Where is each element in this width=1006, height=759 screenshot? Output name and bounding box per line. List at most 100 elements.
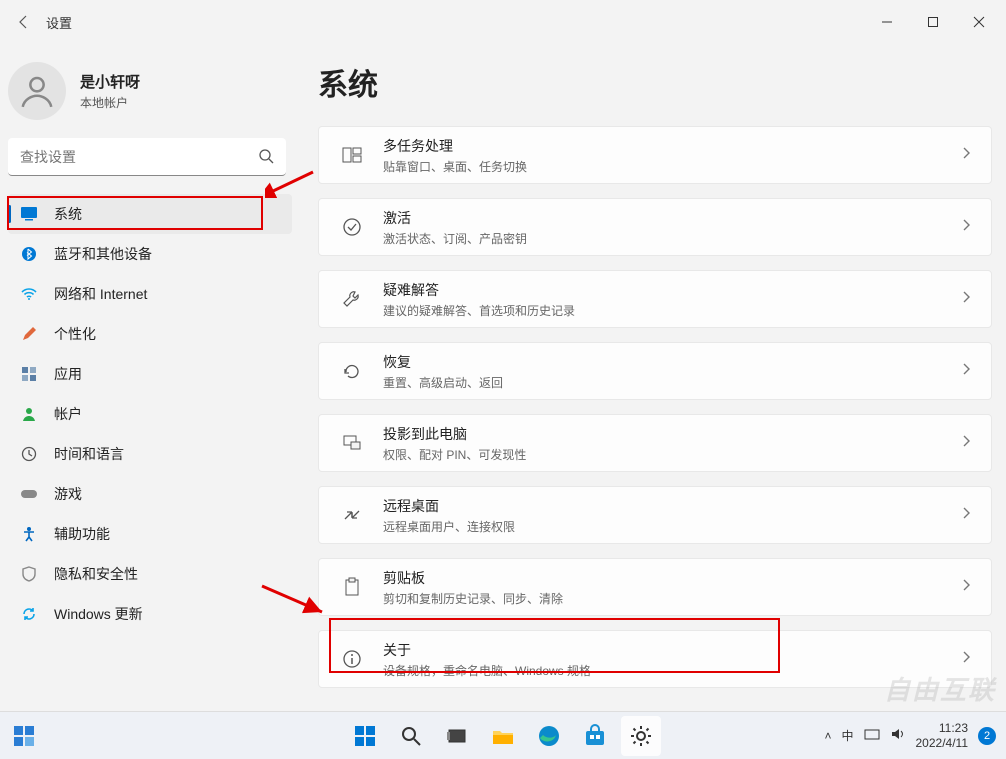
taskbar-store[interactable]	[575, 716, 615, 756]
card-subtitle: 剪切和复制历史记录、同步、清除	[383, 590, 563, 607]
wifi-icon	[18, 283, 40, 305]
card-project[interactable]: 投影到此电脑权限、配对 PIN、可发现性	[318, 414, 992, 472]
search-input[interactable]	[8, 138, 286, 176]
info-icon	[337, 644, 367, 674]
chevron-right-icon	[961, 290, 973, 308]
chevron-right-icon	[961, 578, 973, 596]
user-account-type: 本地帐户	[80, 94, 140, 111]
brush-icon	[18, 323, 40, 345]
chevron-right-icon	[961, 146, 973, 164]
chevron-right-icon	[961, 434, 973, 452]
sidebar-item-label: 个性化	[54, 324, 96, 344]
sidebar-item-personalization[interactable]: 个性化	[8, 314, 292, 354]
sidebar-item-label: Windows 更新	[54, 604, 143, 624]
sidebar-item-gaming[interactable]: 游戏	[8, 474, 292, 514]
taskbar-taskview[interactable]	[437, 716, 477, 756]
card-about[interactable]: 关于设备规格，重命名电脑、Windows 规格	[318, 630, 992, 688]
clock-lang-icon	[18, 443, 40, 465]
sidebar-item-apps[interactable]: 应用	[8, 354, 292, 394]
sidebar: 是小轩呀 本地帐户 系统 蓝牙和其他设备	[0, 44, 300, 711]
avatar	[8, 62, 66, 120]
sidebar-item-bluetooth[interactable]: 蓝牙和其他设备	[8, 234, 292, 274]
card-troubleshoot[interactable]: 疑难解答建议的疑难解答、首选项和历史记录	[318, 270, 992, 328]
clipboard-icon	[337, 572, 367, 602]
close-button[interactable]	[956, 6, 1002, 38]
card-title: 疑难解答	[383, 280, 575, 300]
taskbar-widgets[interactable]	[4, 716, 44, 756]
multitask-icon	[337, 140, 367, 170]
window-title: 设置	[46, 13, 72, 32]
update-icon	[18, 603, 40, 625]
sidebar-item-label: 隐私和安全性	[54, 564, 138, 584]
minimize-button[interactable]	[864, 6, 910, 38]
recovery-icon	[337, 356, 367, 386]
card-multitask[interactable]: 多任务处理贴靠窗口、桌面、任务切换	[318, 126, 992, 184]
sidebar-item-accessibility[interactable]: 辅助功能	[8, 514, 292, 554]
page-heading: 系统	[318, 60, 992, 104]
card-title: 关于	[383, 640, 591, 660]
back-button[interactable]	[4, 14, 44, 30]
card-subtitle: 重置、高级启动、返回	[383, 374, 503, 391]
sidebar-item-time-language[interactable]: 时间和语言	[8, 434, 292, 474]
taskbar-start[interactable]	[345, 716, 385, 756]
annotation-arrow-1	[265, 168, 315, 198]
sidebar-item-privacy[interactable]: 隐私和安全性	[8, 554, 292, 594]
tray-chevron-icon[interactable]: ˄	[824, 729, 831, 743]
card-remote[interactable]: 远程桌面远程桌面用户、连接权限	[318, 486, 992, 544]
shield-icon	[18, 563, 40, 585]
chevron-right-icon	[961, 650, 973, 668]
card-title: 激活	[383, 208, 527, 228]
bluetooth-icon	[18, 243, 40, 265]
main-content: 系统 多任务处理贴靠窗口、桌面、任务切换 激活激活状态、订阅、产品密钥 疑难解答…	[300, 44, 1006, 711]
tray-network-icon[interactable]	[864, 727, 880, 744]
sidebar-item-label: 蓝牙和其他设备	[54, 244, 152, 264]
card-subtitle: 贴靠窗口、桌面、任务切换	[383, 158, 527, 175]
taskbar-search[interactable]	[391, 716, 431, 756]
tray-notification-badge[interactable]: 2	[978, 727, 996, 745]
apps-icon	[18, 363, 40, 385]
maximize-button[interactable]	[910, 6, 956, 38]
card-title: 远程桌面	[383, 496, 515, 516]
display-icon	[18, 203, 40, 225]
taskbar-explorer[interactable]	[483, 716, 523, 756]
tray-date: 2022/4/11	[916, 736, 969, 750]
chevron-right-icon	[961, 218, 973, 236]
sidebar-item-label: 应用	[54, 364, 82, 384]
sidebar-item-label: 帐户	[54, 404, 82, 424]
sidebar-item-accounts[interactable]: 帐户	[8, 394, 292, 434]
person-icon	[18, 403, 40, 425]
card-title: 多任务处理	[383, 136, 527, 156]
chevron-right-icon	[961, 506, 973, 524]
check-circle-icon	[337, 212, 367, 242]
tray-volume-icon[interactable]	[890, 727, 906, 744]
tray-ime[interactable]: 中	[841, 727, 853, 744]
accessibility-icon	[18, 523, 40, 545]
card-subtitle: 建议的疑难解答、首选项和历史记录	[383, 302, 575, 319]
tray-time: 11:23	[916, 721, 969, 735]
gamepad-icon	[18, 483, 40, 505]
wrench-icon	[337, 284, 367, 314]
sidebar-item-label: 辅助功能	[54, 524, 110, 544]
titlebar: 设置	[0, 0, 1006, 44]
annotation-arrow-2	[258, 582, 328, 618]
sidebar-item-network[interactable]: 网络和 Internet	[8, 274, 292, 314]
system-tray[interactable]: ˄ 中 11:23 2022/4/11 2	[824, 721, 1006, 750]
taskbar-edge[interactable]	[529, 716, 569, 756]
search-box[interactable]	[8, 138, 286, 176]
card-title: 投影到此电脑	[383, 424, 526, 444]
user-block[interactable]: 是小轩呀 本地帐户	[8, 54, 292, 138]
card-title: 剪贴板	[383, 568, 563, 588]
card-title: 恢复	[383, 352, 503, 372]
card-clipboard[interactable]: 剪贴板剪切和复制历史记录、同步、清除	[318, 558, 992, 616]
taskbar-settings[interactable]	[621, 716, 661, 756]
card-activation[interactable]: 激活激活状态、订阅、产品密钥	[318, 198, 992, 256]
tray-clock[interactable]: 11:23 2022/4/11	[916, 721, 969, 750]
nav-list: 系统 蓝牙和其他设备 网络和 Internet 个性化	[8, 194, 292, 634]
sidebar-item-label: 游戏	[54, 484, 82, 504]
sidebar-item-system[interactable]: 系统	[8, 194, 292, 234]
sidebar-item-label: 时间和语言	[54, 444, 124, 464]
card-subtitle: 权限、配对 PIN、可发现性	[383, 446, 526, 463]
card-recovery[interactable]: 恢复重置、高级启动、返回	[318, 342, 992, 400]
sidebar-item-update[interactable]: Windows 更新	[8, 594, 292, 634]
search-icon[interactable]	[258, 148, 274, 169]
